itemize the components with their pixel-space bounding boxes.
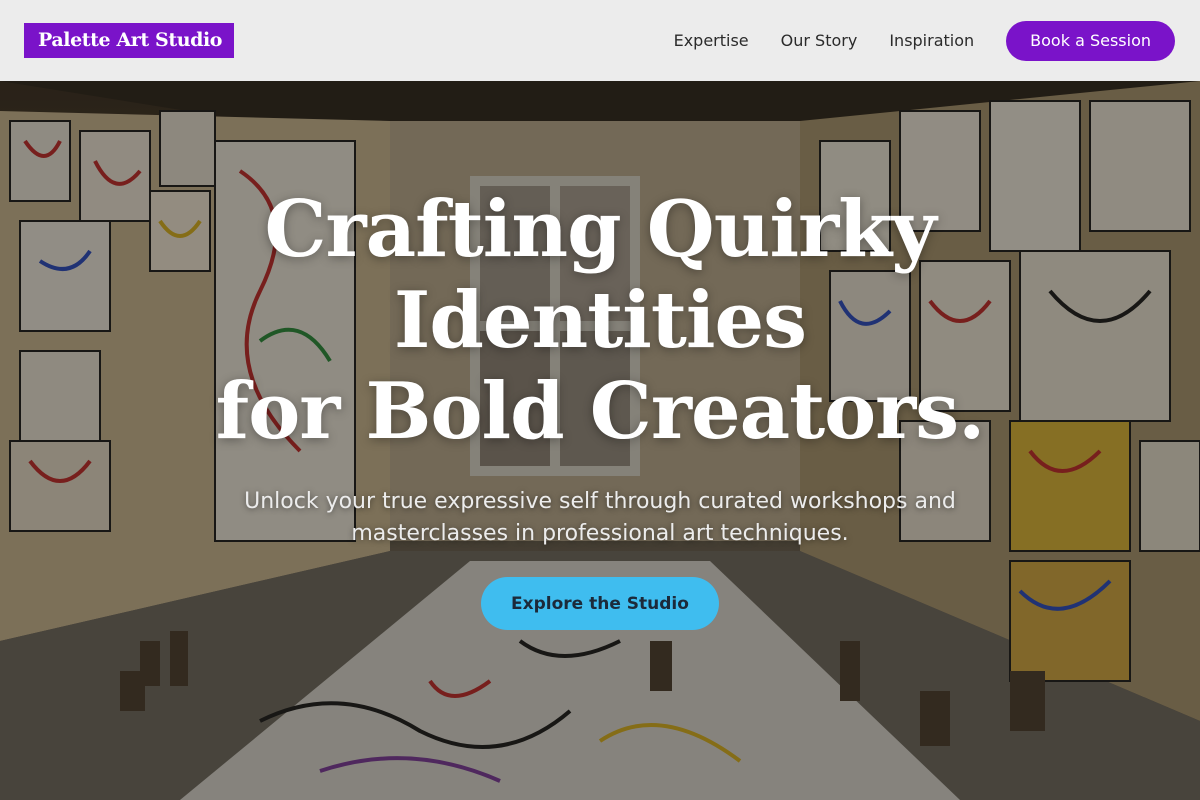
headline-line-1: Crafting Quirky (264, 184, 936, 275)
site-header: Palette Art Studio Expertise Our Story I… (0, 0, 1200, 81)
brand-logo[interactable]: Palette Art Studio (24, 23, 235, 58)
main-nav: Expertise Our Story Inspiration Book a S… (674, 20, 1175, 61)
nav-link-expertise[interactable]: Expertise (674, 31, 749, 50)
nav-link-inspiration[interactable]: Inspiration (889, 31, 974, 50)
explore-studio-button[interactable]: Explore the Studio (481, 577, 719, 630)
hero-section: Crafting Quirky Identities for Bold Crea… (0, 81, 1200, 800)
hero-headline: Crafting Quirky Identities for Bold Crea… (100, 184, 1100, 457)
headline-line-2: Identities (393, 275, 807, 366)
headline-line-3: for Bold Creators. (215, 366, 986, 457)
hero-content: Crafting Quirky Identities for Bold Crea… (0, 81, 1200, 800)
hero-subtitle: Unlock your true expressive self through… (244, 489, 956, 546)
book-session-button[interactable]: Book a Session (1006, 20, 1175, 61)
nav-link-our-story[interactable]: Our Story (781, 31, 858, 50)
